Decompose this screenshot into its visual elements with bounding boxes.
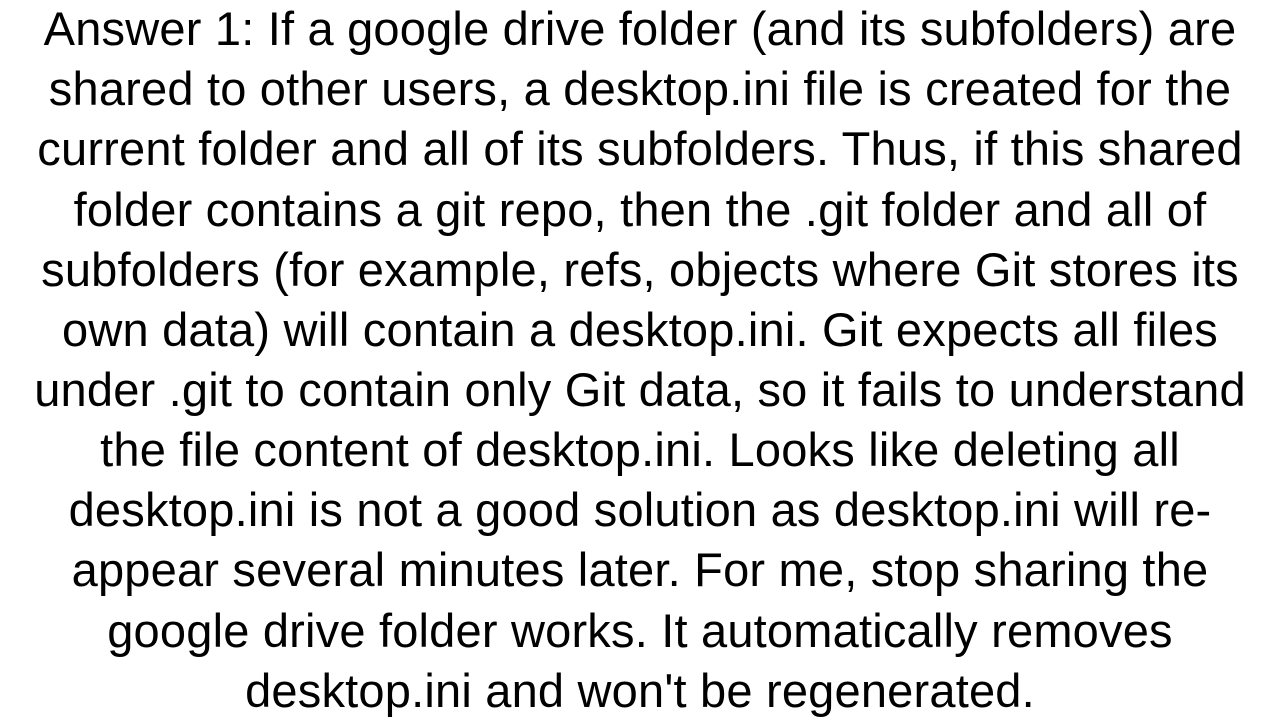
answer-text: Answer 1: If a google drive folder (and … — [0, 0, 1280, 720]
answer-block: Answer 1: If a google drive folder (and … — [0, 0, 1280, 720]
